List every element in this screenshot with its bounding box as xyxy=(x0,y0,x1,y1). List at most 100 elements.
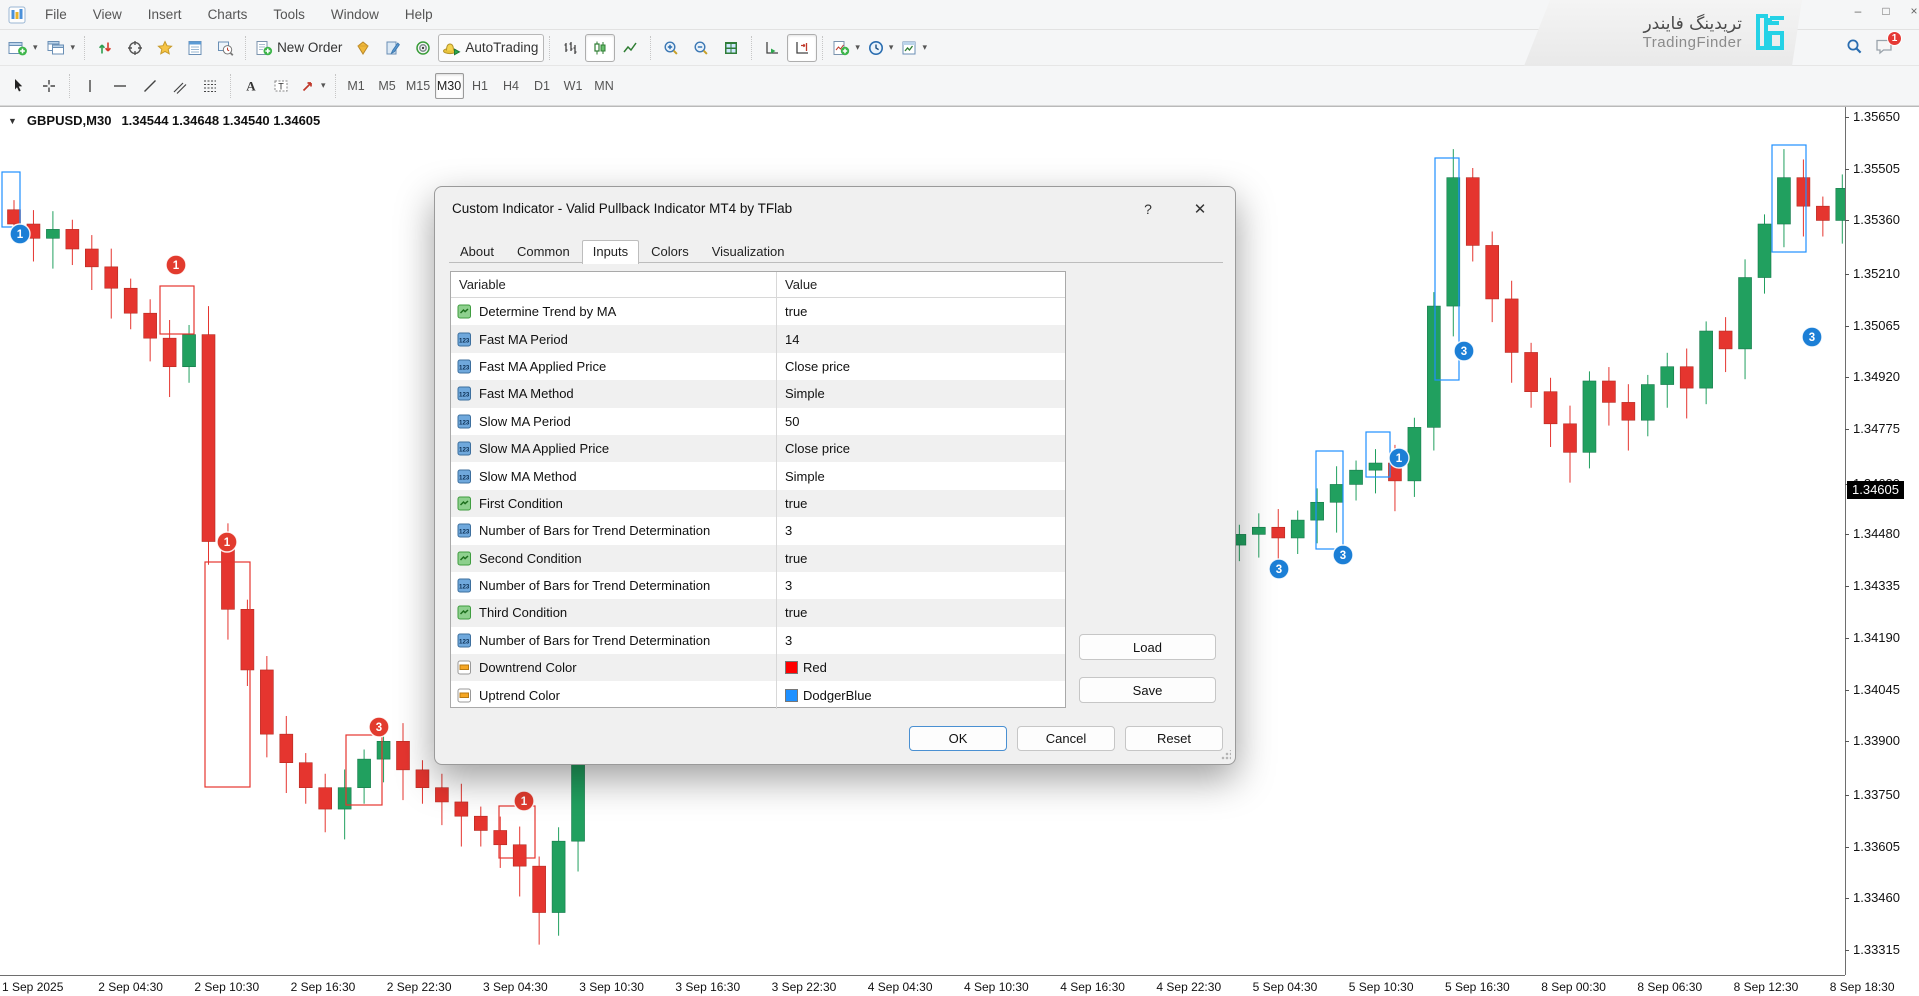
auto-scroll-button[interactable] xyxy=(757,34,787,62)
table-row[interactable]: Determine Trend by MAtrue xyxy=(451,298,1065,325)
favorites-button[interactable] xyxy=(150,34,180,62)
dropdown-caret-icon[interactable]: ▾ xyxy=(889,42,894,53)
value-cell[interactable]: Close price xyxy=(776,353,1065,380)
timeframe-m5[interactable]: M5 xyxy=(373,73,402,99)
menu-charts[interactable]: Charts xyxy=(195,7,261,22)
equidistant-channel-button[interactable] xyxy=(165,72,195,100)
value-cell[interactable]: Simple xyxy=(776,462,1065,489)
save-button[interactable]: Save xyxy=(1079,677,1216,703)
trendline-button[interactable] xyxy=(135,72,165,100)
menu-insert[interactable]: Insert xyxy=(135,7,195,22)
zoom-in-button[interactable] xyxy=(656,34,686,62)
timeframe-d1[interactable]: D1 xyxy=(528,73,557,99)
value-cell[interactable]: true xyxy=(776,298,1065,325)
periods-button[interactable]: ▾ xyxy=(864,34,898,62)
line-chart-button[interactable] xyxy=(615,34,645,62)
metaeditor-button[interactable] xyxy=(378,34,408,62)
value-cell[interactable]: 50 xyxy=(776,408,1065,435)
value-cell[interactable]: true xyxy=(776,490,1065,517)
navigator-button[interactable] xyxy=(120,34,150,62)
expert-advisors-button[interactable] xyxy=(348,34,378,62)
date-axis[interactable]: 1 Sep 20252 Sep 04:302 Sep 10:302 Sep 16… xyxy=(0,975,1845,996)
value-cell[interactable]: 14 xyxy=(776,325,1065,352)
market-watch-button[interactable] xyxy=(90,34,120,62)
dropdown-caret-icon[interactable]: ▾ xyxy=(71,42,76,53)
timeframe-w1[interactable]: W1 xyxy=(559,73,588,99)
table-row[interactable]: Second Conditiontrue xyxy=(451,545,1065,572)
resize-grip[interactable] xyxy=(1221,750,1231,760)
value-cell[interactable]: true xyxy=(776,545,1065,572)
chart-shift-button[interactable] xyxy=(787,34,817,62)
table-row[interactable]: 123Slow MA Period50 xyxy=(451,408,1065,435)
menu-window[interactable]: Window xyxy=(318,7,392,22)
data-window-button[interactable] xyxy=(180,34,210,62)
timeframe-m30[interactable]: M30 xyxy=(435,73,464,99)
bar-chart-button[interactable] xyxy=(555,34,585,62)
tab-about[interactable]: About xyxy=(449,240,505,262)
table-row[interactable]: 123Slow MA MethodSimple xyxy=(451,462,1065,489)
timeframe-m15[interactable]: M15 xyxy=(404,73,433,99)
new-chart-button[interactable]: ▾ xyxy=(4,34,42,62)
table-row[interactable]: 123Fast MA Period14 xyxy=(451,325,1065,352)
dialog-close-button[interactable]: ✕ xyxy=(1187,197,1213,221)
dropdown-caret-icon[interactable]: ▾ xyxy=(321,80,326,91)
menu-view[interactable]: View xyxy=(80,7,135,22)
value-cell[interactable]: true xyxy=(776,599,1065,626)
tile-windows-button[interactable] xyxy=(716,34,746,62)
menu-help[interactable]: Help xyxy=(392,7,446,22)
candlestick-chart-button[interactable] xyxy=(585,34,615,62)
cancel-button[interactable]: Cancel xyxy=(1017,726,1115,751)
chevron-down-icon[interactable]: ▼ xyxy=(8,116,17,126)
chart-symbol-line[interactable]: ▼ GBPUSD,M30 1.34544 1.34648 1.34540 1.3… xyxy=(8,113,320,128)
crosshair-button[interactable] xyxy=(34,72,64,100)
timeframe-h4[interactable]: H4 xyxy=(497,73,526,99)
value-cell[interactable]: Red xyxy=(776,654,1065,681)
table-row[interactable]: First Conditiontrue xyxy=(451,490,1065,517)
horizontal-line-button[interactable] xyxy=(105,72,135,100)
zoom-out-button[interactable] xyxy=(686,34,716,62)
vertical-line-button[interactable] xyxy=(75,72,105,100)
chat-button[interactable]: 1 xyxy=(1875,38,1894,58)
value-cell[interactable]: Close price xyxy=(776,435,1065,462)
fibonacci-button[interactable] xyxy=(195,72,225,100)
indicators-button[interactable]: ▾ xyxy=(828,34,864,62)
load-button[interactable]: Load xyxy=(1079,634,1216,660)
reset-button[interactable]: Reset xyxy=(1125,726,1223,751)
tab-inputs[interactable]: Inputs xyxy=(582,240,639,264)
timeframe-h1[interactable]: H1 xyxy=(466,73,495,99)
search-icon[interactable] xyxy=(1846,38,1863,58)
table-row[interactable]: Uptrend ColorDodgerBlue xyxy=(451,681,1065,708)
price-axis[interactable]: 1.356501.355051.353601.352101.350651.349… xyxy=(1845,107,1919,975)
dropdown-caret-icon[interactable]: ▾ xyxy=(922,42,927,53)
profiles-button[interactable]: ▾ xyxy=(42,34,80,62)
table-row[interactable]: 123Number of Bars for Trend Determinatio… xyxy=(451,572,1065,599)
text-label-button[interactable]: T xyxy=(266,72,296,100)
autotrading-button[interactable]: AutoTrading xyxy=(438,34,544,62)
table-row[interactable]: Third Conditiontrue xyxy=(451,599,1065,626)
templates-button[interactable]: ▾ xyxy=(897,34,931,62)
tab-colors[interactable]: Colors xyxy=(640,240,700,262)
close-button[interactable]: × xyxy=(1904,2,1919,20)
restore-button[interactable]: □ xyxy=(1876,2,1896,20)
dialog-help-button[interactable]: ? xyxy=(1135,197,1161,221)
value-cell[interactable]: Simple xyxy=(776,380,1065,407)
tab-visualization[interactable]: Visualization xyxy=(701,240,796,262)
dropdown-caret-icon[interactable]: ▾ xyxy=(855,42,860,53)
table-row[interactable]: 123Fast MA MethodSimple xyxy=(451,380,1065,407)
value-cell[interactable]: 3 xyxy=(776,517,1065,544)
dropdown-caret-icon[interactable]: ▾ xyxy=(33,42,38,53)
value-cell[interactable]: DodgerBlue xyxy=(776,681,1065,708)
timeframe-m1[interactable]: M1 xyxy=(342,73,371,99)
new-order-button[interactable]: New Order xyxy=(251,34,348,62)
menu-tools[interactable]: Tools xyxy=(260,7,318,22)
strategy-tester-button[interactable] xyxy=(210,34,240,62)
text-button[interactable]: A xyxy=(236,72,266,100)
table-row[interactable]: Downtrend ColorRed xyxy=(451,654,1065,681)
cursor-button[interactable] xyxy=(4,72,34,100)
menu-file[interactable]: File xyxy=(32,7,80,22)
table-row[interactable]: 123Slow MA Applied PriceClose price xyxy=(451,435,1065,462)
table-row[interactable]: 123Fast MA Applied PriceClose price xyxy=(451,353,1065,380)
minimize-button[interactable]: – xyxy=(1848,2,1868,20)
tab-common[interactable]: Common xyxy=(506,240,581,262)
table-row[interactable]: 123Number of Bars for Trend Determinatio… xyxy=(451,517,1065,544)
